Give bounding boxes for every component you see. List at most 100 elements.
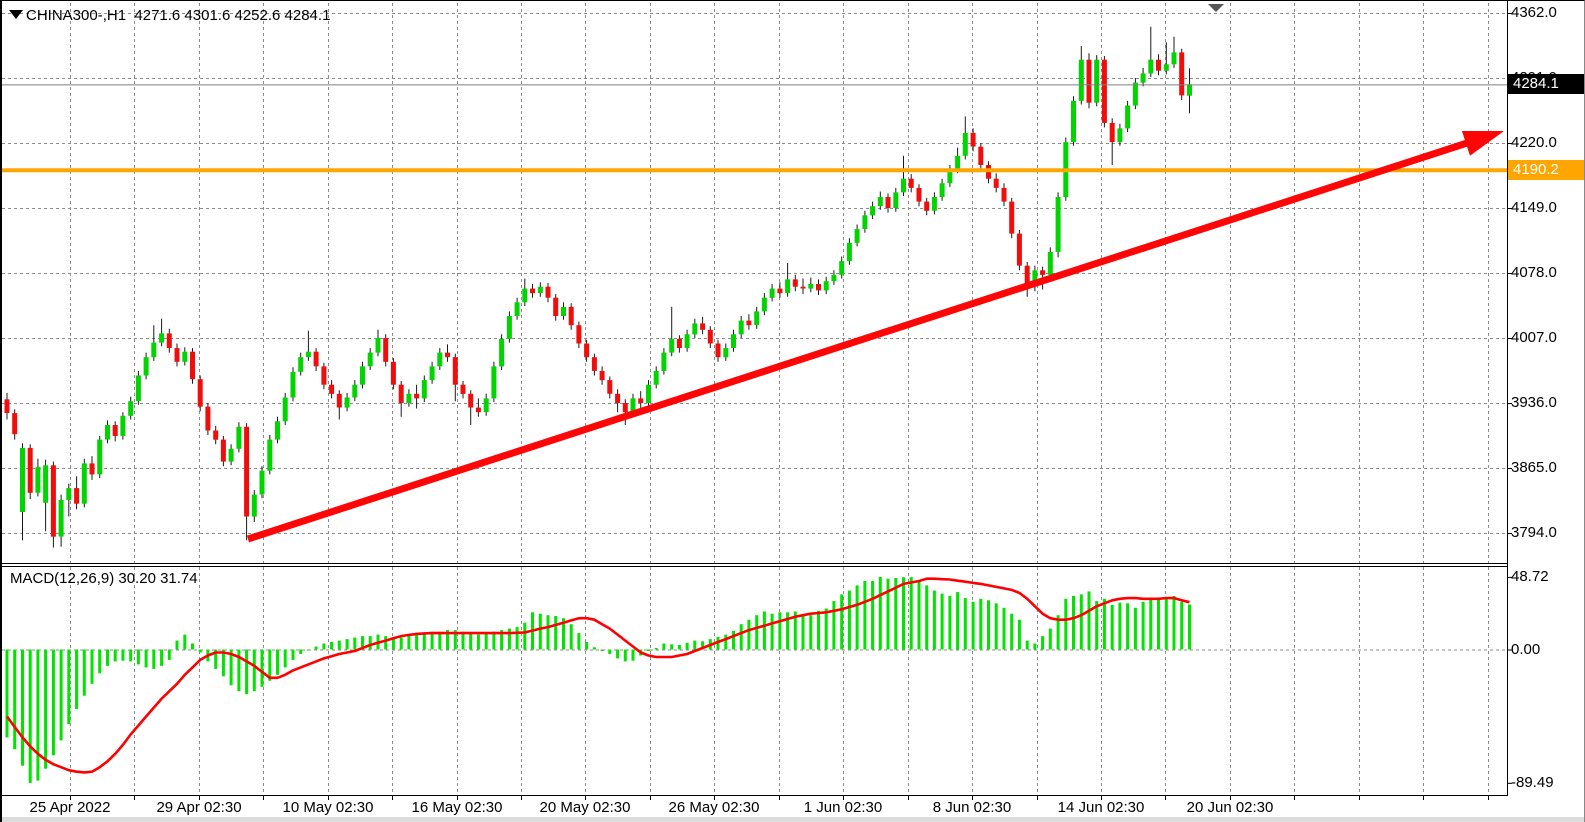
candle-body [128, 401, 133, 416]
macd-series [6, 577, 1192, 783]
macd-histogram-bar [655, 648, 658, 650]
macd-histogram-bar [593, 647, 596, 649]
macd-histogram-bar [253, 650, 256, 692]
macd-histogram-bar [601, 650, 604, 652]
candle-body [878, 197, 883, 206]
candle-body [546, 287, 551, 298]
macd-histogram-bar [1165, 597, 1168, 649]
trading-chart-window: CHINA300-,H1 4271.6 4301.6 4252.6 4284.1… [0, 0, 1585, 822]
candle-body [685, 334, 690, 348]
macd-histogram-bar [964, 598, 967, 649]
candle-body [399, 385, 404, 403]
candle-body [592, 357, 597, 371]
time-axis-label: 25 Apr 2022 [30, 799, 111, 817]
candle-body [553, 298, 558, 316]
macd-histogram-bar [887, 579, 890, 650]
macd-histogram-bar [747, 620, 750, 650]
gridlines [2, 3, 1507, 795]
macd-histogram-bar [29, 650, 32, 783]
candle-body [754, 311, 759, 325]
time-axis-label: 1 Jun 02:30 [804, 799, 882, 817]
collapse-indicator-icon[interactable] [9, 10, 23, 19]
time-axis-label: 16 May 02:30 [412, 799, 503, 817]
candle-body [669, 339, 674, 353]
candle-body [337, 394, 342, 408]
macd-histogram-bar [616, 650, 619, 659]
macd-histogram-bar [871, 581, 874, 650]
price-axis-label: 4362.0 [1511, 4, 1557, 22]
macd-histogram-bar [686, 643, 689, 650]
macd-histogram-bar [1064, 599, 1067, 650]
candle-body [1187, 84, 1192, 95]
candle-body [994, 179, 999, 188]
candle-body [167, 333, 172, 348]
macd-histogram-bar [771, 614, 774, 650]
macd-histogram-bar [972, 602, 975, 650]
macd-histogram-bar [948, 596, 951, 650]
candle-body [1133, 83, 1138, 106]
time-axis-label: 20 Jun 02:30 [1187, 799, 1274, 817]
candle-body [909, 179, 914, 188]
candle-body [136, 376, 141, 402]
macd-histogram-bar [547, 615, 550, 649]
macd-histogram-bar [1118, 603, 1121, 650]
candle-body [159, 333, 164, 342]
macd-histogram-bar [83, 650, 86, 696]
candle-body [623, 403, 628, 412]
last-bar-marker-icon [1208, 4, 1224, 12]
candle-body [746, 321, 751, 326]
candle-body [654, 371, 659, 385]
candle-body [74, 488, 79, 504]
candle-body [445, 353, 450, 358]
candle-body [824, 281, 829, 290]
macd-histogram-bar [554, 616, 557, 650]
candle-body [314, 352, 319, 367]
macd-histogram-bar [245, 650, 248, 695]
macd-histogram-bar [21, 650, 24, 766]
time-axis-label: 14 Jun 02:30 [1058, 799, 1145, 817]
macd-histogram-bar [585, 642, 588, 650]
symbol-timeframe-label: CHINA300-,H1 [26, 7, 126, 24]
macd-histogram-bar [60, 650, 63, 741]
candle-body [345, 398, 350, 408]
candle-body [924, 202, 929, 211]
chart-canvas[interactable] [2, 1, 1585, 822]
candle-body [468, 394, 473, 408]
candle-body [638, 398, 643, 403]
candle-body [1110, 123, 1115, 142]
macd-histogram-bar [423, 633, 426, 649]
candle-body [940, 183, 945, 197]
candle-body [144, 357, 149, 375]
candle-body [1125, 106, 1130, 129]
candle-body [538, 287, 543, 293]
macd-histogram-bar [152, 650, 155, 669]
macd-histogram-bar [276, 650, 279, 675]
macd-histogram-bar [825, 609, 828, 650]
macd-histogram-bar [662, 644, 665, 650]
candle-body [785, 279, 790, 293]
macd-histogram-bar [1173, 596, 1176, 650]
macd-histogram-bar [330, 642, 333, 650]
macd-histogram-bar [941, 594, 944, 650]
candle-body [808, 284, 813, 289]
candle-body [955, 156, 960, 170]
macd-histogram-bar [647, 650, 650, 652]
macd-histogram-bar [121, 650, 124, 661]
macd-histogram-bar [539, 614, 542, 650]
macd-histogram-bar [1018, 620, 1021, 650]
macd-histogram-bar [485, 633, 488, 649]
candle-body [51, 465, 56, 536]
candle-body [708, 330, 713, 344]
candle-body [1017, 234, 1022, 266]
candle-body [43, 465, 48, 503]
macd-histogram-bar [1072, 596, 1075, 650]
macd-histogram-bar [407, 636, 410, 649]
candle-body [831, 275, 836, 281]
candle-body [205, 407, 210, 431]
macd-histogram-bar [145, 650, 148, 668]
macd-histogram-bar [98, 650, 101, 674]
macd-histogram-bar [624, 650, 627, 662]
macd-histogram-bar [13, 650, 16, 750]
macd-histogram-bar [415, 635, 418, 650]
macd-histogram-bar [1003, 608, 1006, 650]
